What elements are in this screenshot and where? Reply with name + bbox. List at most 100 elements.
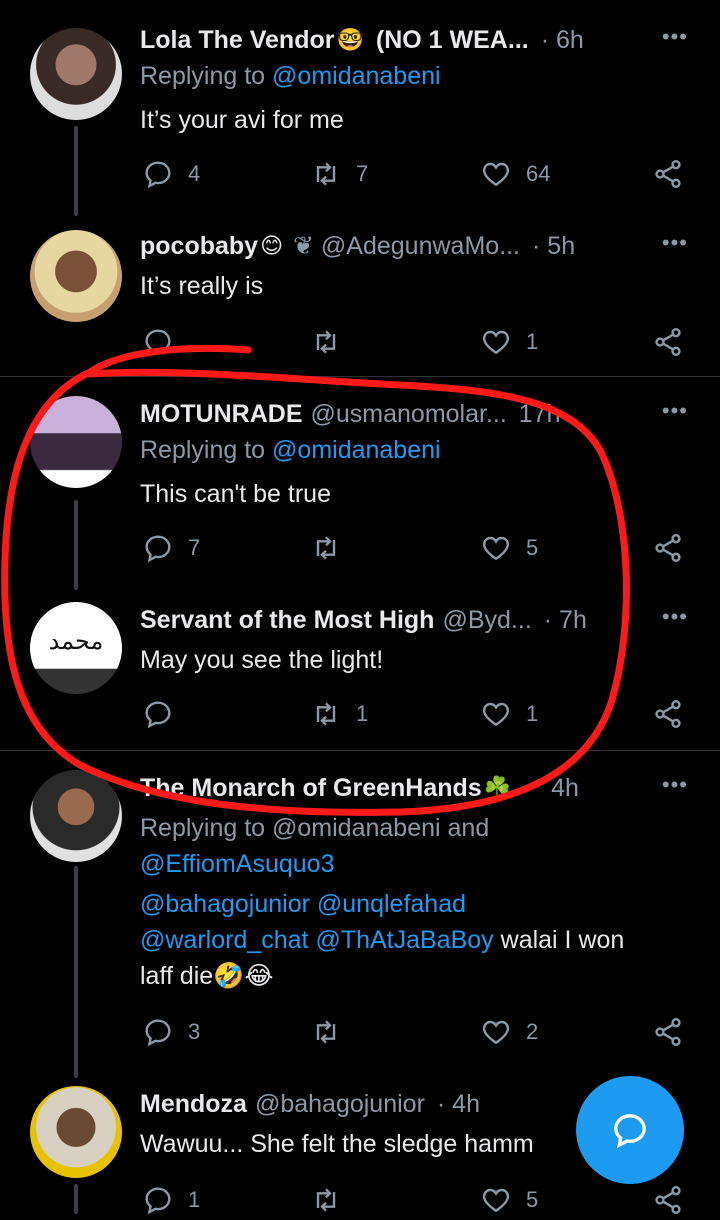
timestamp[interactable]: · 5h — [532, 232, 575, 261]
avatar[interactable] — [30, 230, 122, 322]
like-count: 2 — [526, 1019, 539, 1044]
timestamp[interactable]: · 4h — [437, 1090, 480, 1119]
reply-icon — [145, 161, 171, 189]
reply-button[interactable]: 7 — [142, 528, 200, 568]
divider — [0, 376, 720, 377]
like-button[interactable]: 1 — [480, 322, 538, 362]
author-name[interactable]: Mendoza — [140, 1090, 247, 1119]
action-bar: 7 5 — [140, 528, 700, 568]
divider — [0, 750, 720, 751]
heart-icon — [482, 1188, 510, 1213]
reply-count: 7 — [188, 535, 201, 560]
author-name[interactable]: Servant of the Most High — [140, 606, 434, 635]
heart-icon — [482, 702, 510, 727]
reply-button[interactable]: 4 — [142, 154, 200, 194]
avatar[interactable] — [30, 770, 122, 862]
tweet[interactable]: pocobaby 😊 ❦ @AdegunwaMo... · 5h ••• It’… — [0, 226, 720, 376]
tweet-text: walai I won — [500, 926, 625, 954]
author-name[interactable]: pocobaby — [140, 232, 258, 261]
share-button[interactable] — [652, 322, 684, 362]
reply-button[interactable]: 1 — [142, 1180, 200, 1220]
tweet[interactable]: Lola The Vendor 🤓 (NO 1 WEA... · 6h ••• … — [0, 20, 720, 220]
author-handle[interactable]: @usmanomolar... — [311, 400, 507, 429]
reply-icon — [145, 701, 171, 729]
mention-link[interactable]: @omidanabeni — [272, 436, 441, 464]
timestamp[interactable]: 4h — [551, 774, 579, 803]
laugh-emoji: 🤣😂 — [213, 962, 274, 990]
action-bar: 1 — [140, 322, 700, 362]
like-count: 5 — [526, 1187, 539, 1212]
more-options-icon[interactable]: ••• — [662, 230, 688, 256]
tweet-text: laff die — [140, 962, 214, 990]
share-button[interactable] — [652, 1012, 684, 1052]
like-count: 1 — [526, 701, 539, 726]
reply-count: 4 — [188, 161, 201, 186]
action-bar: 4 7 64 — [140, 154, 700, 194]
retweet-button[interactable]: 1 — [310, 694, 368, 734]
like-button[interactable]: 1 — [480, 694, 538, 734]
mention-link[interactable]: @omidanabeni — [272, 62, 441, 90]
avatar[interactable] — [30, 396, 122, 488]
avatar[interactable] — [30, 1086, 122, 1178]
tweet[interactable]: The Monarch of GreenHands ☘️ 4h ••• Repl… — [0, 768, 720, 1068]
share-button[interactable] — [652, 528, 684, 568]
mention-links[interactable]: @bahagojunior @unqlefahad — [140, 886, 624, 922]
share-button[interactable] — [652, 694, 684, 734]
author-handle[interactable]: @Byd... — [442, 606, 531, 635]
more-options-icon[interactable]: ••• — [662, 24, 688, 50]
mention-links[interactable]: @warlord_chat @ThAtJaBaBoy — [140, 926, 494, 954]
reply-button[interactable] — [142, 694, 188, 734]
compose-reply-button[interactable] — [576, 1076, 684, 1184]
tweet-text: Wawuu... She felt the sledge hamm — [140, 1130, 534, 1158]
avatar[interactable] — [30, 28, 122, 120]
tweet[interactable]: محمد Servant of the Most High @Byd... · … — [0, 600, 720, 750]
tweet-text: This can't be true — [140, 480, 331, 508]
retweet-icon — [316, 1020, 336, 1044]
share-icon — [655, 534, 681, 562]
reply-button[interactable]: 3 — [142, 1012, 200, 1052]
like-button[interactable]: 64 — [480, 154, 550, 194]
more-options-icon[interactable]: ••• — [662, 604, 688, 630]
replying-to-line[interactable]: Replying to @omidanabeni and — [140, 810, 624, 846]
retweet-icon — [316, 330, 336, 354]
more-options-icon[interactable]: ••• — [662, 398, 688, 424]
share-button[interactable] — [652, 154, 684, 194]
like-button[interactable]: 2 — [480, 1012, 538, 1052]
retweet-button[interactable] — [310, 1180, 356, 1220]
reply-count: 1 — [188, 1187, 201, 1212]
replying-to-label: Replying to — [140, 62, 266, 90]
more-options-icon[interactable]: ••• — [662, 772, 688, 798]
retweet-button[interactable]: 7 — [310, 154, 368, 194]
author-name[interactable]: The Monarch of GreenHands — [140, 774, 482, 803]
timestamp[interactable]: · 7h — [544, 606, 587, 635]
reply-button[interactable] — [142, 322, 188, 362]
author-name-suffix[interactable]: (NO 1 WEA... — [376, 26, 529, 55]
mention-link[interactable]: @EffiomAsuquo3 — [140, 846, 624, 882]
retweet-count: 7 — [356, 161, 369, 186]
retweet-icon — [316, 1188, 336, 1212]
reply-count: 3 — [188, 1019, 201, 1044]
retweet-button[interactable] — [310, 322, 356, 362]
author-handle[interactable]: @bahagojunior — [255, 1090, 425, 1119]
like-button[interactable]: 5 — [480, 528, 538, 568]
reply-icon — [145, 1019, 171, 1047]
like-button[interactable]: 5 — [480, 1180, 538, 1220]
replying-to-label: Replying to — [140, 436, 266, 464]
heart-icon — [482, 1020, 510, 1045]
smile-emoji: 😊 — [260, 233, 284, 258]
like-count: 1 — [526, 329, 539, 354]
retweet-button[interactable] — [310, 1012, 356, 1052]
retweet-icon — [316, 536, 336, 560]
tweet[interactable]: MOTUNRADE @usmanomolar... 17h ••• Replyi… — [0, 394, 720, 584]
share-button[interactable] — [652, 1180, 684, 1220]
retweet-icon — [316, 162, 336, 186]
author-handle[interactable]: ❦ @AdegunwaMo... — [293, 231, 520, 261]
timestamp[interactable]: 17h — [519, 400, 561, 429]
author-name[interactable]: Lola The Vendor — [140, 26, 334, 55]
avatar[interactable]: محمد — [30, 602, 122, 694]
like-count: 64 — [526, 161, 551, 186]
timestamp[interactable]: · 6h — [541, 26, 584, 55]
retweet-button[interactable] — [310, 528, 356, 568]
author-name[interactable]: MOTUNRADE — [140, 400, 303, 429]
action-bar: 1 1 — [140, 694, 700, 734]
